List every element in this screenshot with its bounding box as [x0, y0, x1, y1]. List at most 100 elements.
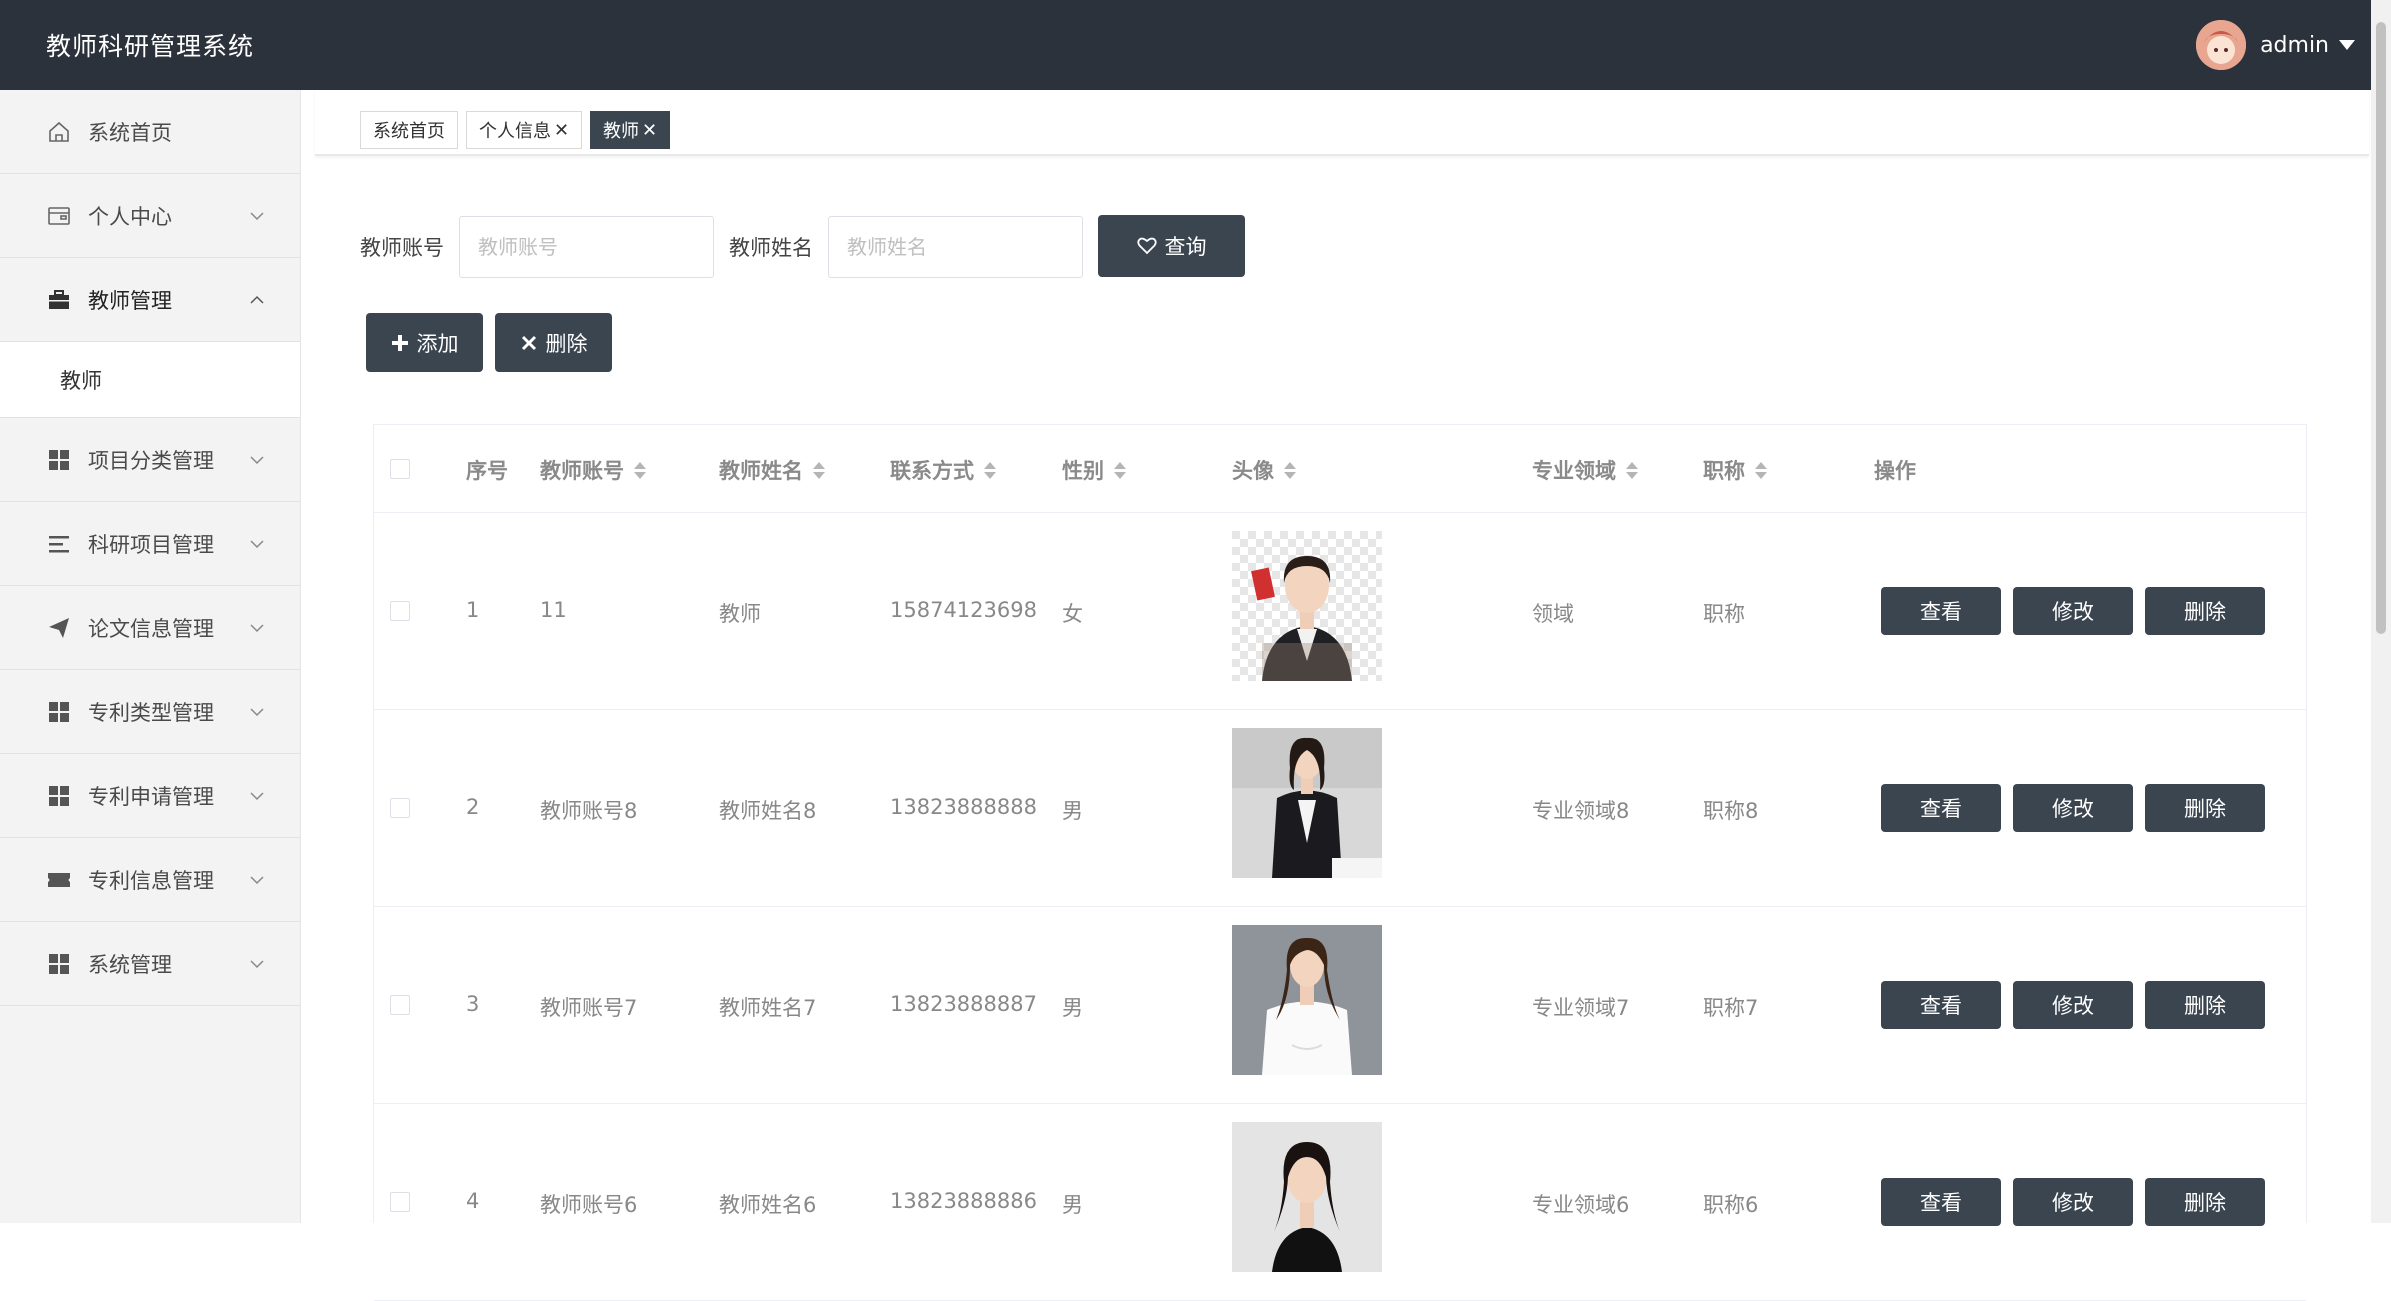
row-delete-button[interactable]: 删除	[2145, 587, 2265, 635]
tab-personal-info[interactable]: 个人信息 ✕	[466, 111, 583, 149]
col-header-name[interactable]: 教师姓名	[719, 455, 825, 485]
tabs-bar: 系统首页 个人信息 ✕ 教师 ✕	[315, 90, 2369, 156]
row-checkbox[interactable]	[390, 798, 410, 818]
sidebar-item-paper-info[interactable]: 论文信息管理	[0, 586, 300, 670]
sort-icon[interactable]	[984, 461, 996, 479]
add-button[interactable]: 添加	[366, 313, 483, 372]
chevron-down-icon	[250, 623, 264, 632]
col-header-avatar[interactable]: 头像	[1232, 455, 1296, 485]
row-checkbox[interactable]	[390, 995, 410, 1015]
view-button[interactable]: 查看	[1881, 981, 2001, 1029]
cell-field: 专业领域7	[1532, 996, 1630, 1020]
sidebar-item-project-category[interactable]: 项目分类管理	[0, 418, 300, 502]
sort-icon[interactable]	[813, 461, 825, 479]
row-delete-button[interactable]: 删除	[2145, 981, 2265, 1029]
query-button[interactable]: 查询	[1098, 215, 1245, 277]
tab-label: 系统首页	[373, 121, 445, 142]
grid-icon	[46, 699, 72, 725]
cell-name: 教师姓名8	[719, 799, 817, 823]
delete-button-label: 删除	[545, 331, 588, 356]
sort-icon[interactable]	[1626, 461, 1638, 479]
col-header-account[interactable]: 教师账号	[540, 455, 646, 485]
view-button[interactable]: 查看	[1881, 1178, 2001, 1226]
cell-gender: 男	[1062, 799, 1083, 823]
account-search-input[interactable]	[459, 216, 714, 278]
cell-field: 领域	[1532, 602, 1574, 626]
heart-icon	[1136, 237, 1157, 255]
col-header-gender[interactable]: 性别	[1062, 455, 1126, 485]
cell-name: 教师	[719, 602, 761, 626]
chevron-up-icon	[250, 295, 264, 304]
row-delete-button[interactable]: 删除	[2145, 1178, 2265, 1226]
sidebar-item-system-management[interactable]: 系统管理	[0, 922, 300, 1006]
close-icon[interactable]: ✕	[554, 120, 569, 141]
sort-icon[interactable]	[1755, 461, 1767, 479]
sort-icon[interactable]	[634, 461, 646, 479]
sidebar-item-label: 专利信息管理	[88, 868, 214, 893]
select-all-checkbox[interactable]	[390, 459, 410, 479]
account-label: 教师账号	[360, 236, 444, 260]
view-button[interactable]: 查看	[1881, 587, 2001, 635]
cell-account: 教师账号8	[540, 799, 638, 823]
sidebar-subitem-teacher[interactable]: 教师	[0, 342, 300, 418]
sidebar-item-label: 论文信息管理	[88, 616, 214, 641]
wallet-icon	[46, 203, 72, 229]
page-scrollbar[interactable]	[2371, 0, 2391, 1223]
sidebar-item-research-project[interactable]: 科研项目管理	[0, 502, 300, 586]
add-button-label: 添加	[416, 331, 459, 356]
close-icon[interactable]: ✕	[642, 120, 657, 141]
table-header: 序号 教师账号 教师姓名 联系方式 性别 头像 专业领域 职称 操作	[374, 425, 2306, 513]
list-icon	[46, 531, 72, 557]
table-row: 1 11 教师 15874123698 女 领域 职称 查看 修改 删除	[374, 513, 2306, 710]
tab-label: 个人信息	[479, 121, 551, 142]
row-delete-button[interactable]: 删除	[2145, 784, 2265, 832]
username: admin	[2260, 32, 2329, 58]
avatar	[2196, 20, 2247, 70]
delete-button[interactable]: 删除	[495, 313, 612, 372]
edit-button[interactable]: 修改	[2013, 1178, 2133, 1226]
row-checkbox[interactable]	[390, 1192, 410, 1212]
cell-field: 专业领域8	[1532, 799, 1630, 823]
cell-phone: 15874123698	[890, 598, 1037, 622]
teacher-photo	[1232, 1122, 1382, 1272]
sidebar-item-patent-info[interactable]: 专利信息管理	[0, 838, 300, 922]
teacher-table: 序号 教师账号 教师姓名 联系方式 性别 头像 专业领域 职称 操作 1 11 …	[373, 424, 2307, 1301]
plus-icon	[391, 334, 409, 352]
ticket-icon	[46, 867, 72, 893]
chevron-down-icon	[250, 791, 264, 800]
sort-icon[interactable]	[1284, 461, 1296, 479]
sort-icon[interactable]	[1114, 461, 1126, 479]
briefcase-icon	[46, 287, 72, 313]
user-menu[interactable]: admin	[2196, 20, 2355, 70]
teacher-photo	[1232, 925, 1382, 1075]
tab-teacher[interactable]: 教师 ✕	[590, 111, 671, 149]
sidebar-item-label: 专利类型管理	[88, 700, 214, 725]
edit-button[interactable]: 修改	[2013, 981, 2133, 1029]
edit-button[interactable]: 修改	[2013, 587, 2133, 635]
chevron-down-icon	[250, 455, 264, 464]
cell-name: 教师姓名6	[719, 1193, 817, 1217]
tab-home[interactable]: 系统首页	[360, 111, 458, 149]
teacher-photo	[1232, 728, 1382, 878]
col-header-phone[interactable]: 联系方式	[890, 455, 996, 485]
col-header-title[interactable]: 职称	[1703, 455, 1767, 485]
scrollbar-thumb[interactable]	[2376, 22, 2386, 634]
row-checkbox[interactable]	[390, 601, 410, 621]
sidebar-item-patent-application[interactable]: 专利申请管理	[0, 754, 300, 838]
chevron-down-icon	[250, 707, 264, 716]
col-header-actions: 操作	[1874, 459, 1916, 483]
cell-title: 职称7	[1703, 996, 1759, 1020]
cell-phone: 13823888886	[890, 1189, 1037, 1213]
sidebar-subitem-label: 教师	[60, 368, 102, 393]
sidebar-item-teacher-management[interactable]: 教师管理	[0, 258, 300, 342]
tab-label: 教师	[603, 121, 639, 142]
sidebar-item-patent-type[interactable]: 专利类型管理	[0, 670, 300, 754]
cell-field: 专业领域6	[1532, 1193, 1630, 1217]
col-header-field[interactable]: 专业领域	[1532, 455, 1638, 485]
sidebar-item-personal-center[interactable]: 个人中心	[0, 174, 300, 258]
view-button[interactable]: 查看	[1881, 784, 2001, 832]
name-search-input[interactable]	[828, 216, 1083, 278]
sidebar-item-home[interactable]: 系统首页	[0, 90, 300, 174]
edit-button[interactable]: 修改	[2013, 784, 2133, 832]
sidebar-item-label: 教师管理	[88, 288, 172, 313]
